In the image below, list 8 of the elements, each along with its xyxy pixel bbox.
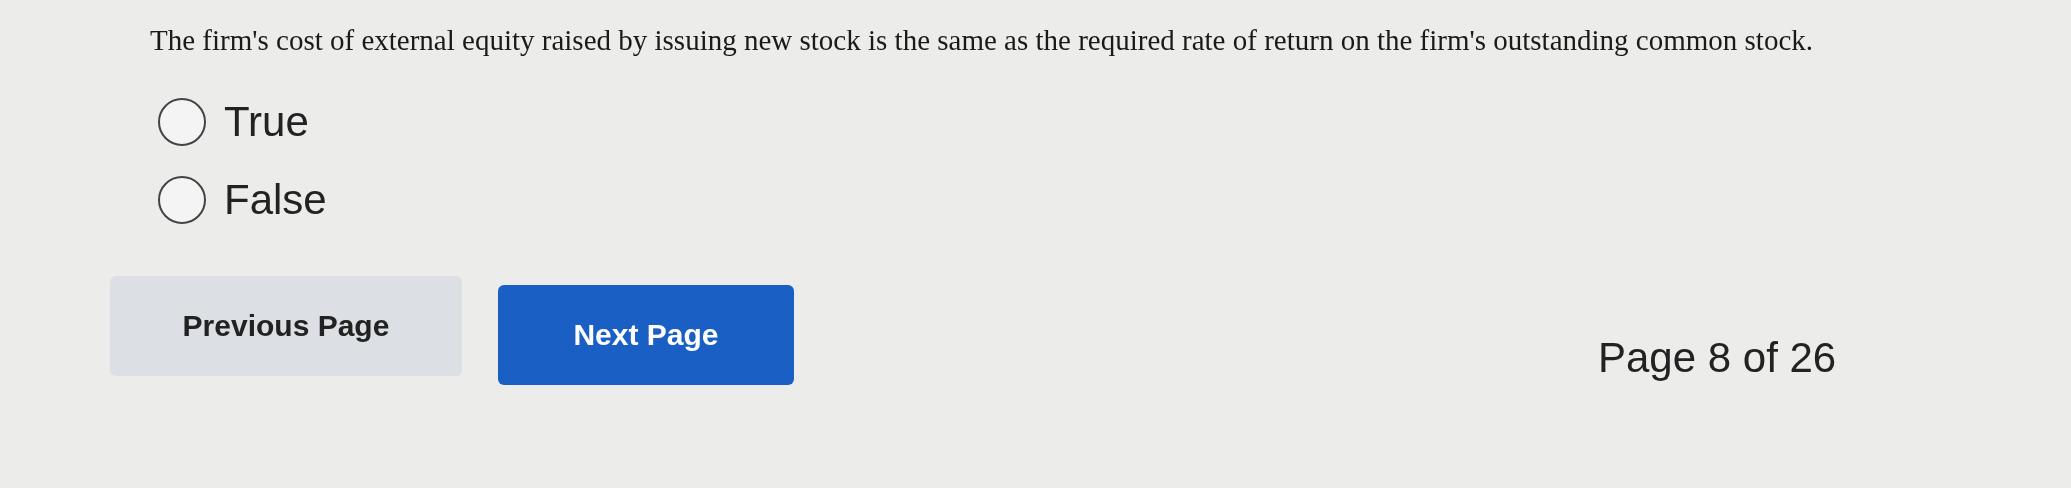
previous-button[interactable]: Previous Page — [110, 276, 462, 376]
radio-button[interactable] — [158, 176, 206, 224]
question-text: The firm's cost of external equity raised by issuing new stock is the same as the required rate of return on the firm's outstanding common stock. — [150, 23, 1815, 58]
page-indicator: Page 8 of 26 — [1598, 334, 1837, 382]
next-button[interactable]: Next Page — [498, 285, 794, 385]
option-label[interactable]: True — [224, 98, 309, 146]
option-label[interactable]: False — [224, 176, 327, 224]
radio-button[interactable] — [158, 98, 206, 146]
